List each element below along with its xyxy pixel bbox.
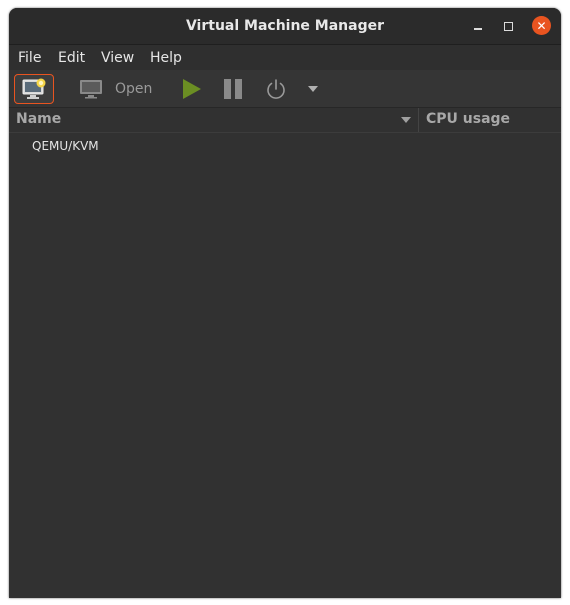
close-button[interactable]: ✕ bbox=[532, 16, 551, 35]
menu-bar: File Edit View Help bbox=[9, 45, 561, 70]
maximize-icon bbox=[503, 21, 513, 31]
menu-help[interactable]: Help bbox=[150, 48, 182, 68]
menu-view[interactable]: View bbox=[101, 48, 134, 68]
new-vm-button[interactable] bbox=[14, 74, 54, 104]
shutdown-button[interactable] bbox=[263, 74, 289, 104]
open-button-label: Open bbox=[115, 81, 153, 97]
maximize-button[interactable] bbox=[498, 16, 518, 36]
title-bar[interactable]: Virtual Machine Manager ✕ bbox=[9, 8, 561, 45]
run-button[interactable] bbox=[178, 74, 204, 104]
sort-indicator[interactable] bbox=[399, 113, 413, 127]
menu-edit[interactable]: Edit bbox=[58, 48, 85, 68]
column-header-cpu[interactable]: CPU usage bbox=[426, 111, 510, 127]
connection-row[interactable]: QEMU/KVM bbox=[9, 136, 561, 158]
chevron-down-icon bbox=[308, 86, 318, 92]
pause-icon bbox=[224, 79, 242, 99]
power-icon bbox=[267, 79, 285, 99]
connection-label: QEMU/KVM bbox=[32, 139, 99, 153]
play-icon bbox=[183, 79, 201, 99]
new-vm-icon bbox=[22, 78, 46, 99]
shutdown-menu-button[interactable] bbox=[303, 74, 323, 104]
minimize-icon bbox=[474, 28, 482, 30]
menu-file[interactable]: File bbox=[18, 48, 41, 68]
vm-list: QEMU/KVM bbox=[9, 133, 561, 598]
column-header-name[interactable]: Name bbox=[16, 111, 61, 127]
main-window: Virtual Machine Manager ✕ File Edit View… bbox=[9, 8, 561, 598]
open-button[interactable]: Open bbox=[79, 74, 159, 104]
toolbar: Open bbox=[9, 70, 561, 108]
minimize-button[interactable] bbox=[468, 16, 488, 36]
close-icon: ✕ bbox=[536, 18, 547, 33]
monitor-icon bbox=[80, 80, 102, 99]
vm-list-header: Name CPU usage bbox=[9, 108, 561, 133]
sort-down-icon bbox=[401, 117, 411, 123]
pause-button[interactable] bbox=[220, 74, 246, 104]
column-separator[interactable] bbox=[418, 108, 419, 132]
